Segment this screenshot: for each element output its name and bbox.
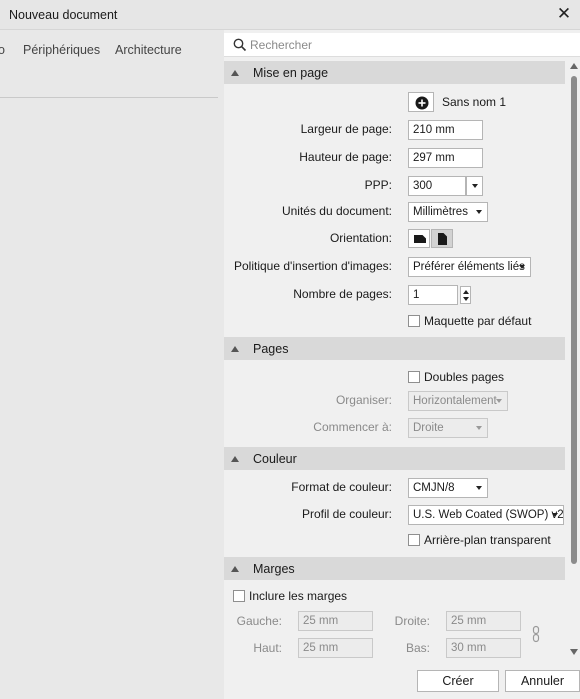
scrollbar-thumb[interactable] [571,76,577,564]
collapse-icon[interactable] [231,456,239,462]
window-title: Nouveau document [9,8,118,22]
commencer-select[interactable]: Droite [408,418,488,438]
chevron-down-icon [472,184,478,188]
scroll-up-icon[interactable] [570,63,578,69]
nb-pages-stepper[interactable] [460,286,471,304]
chevron-down-icon [476,486,482,490]
haut-label: Haut: [253,641,282,655]
chevron-down-icon [476,426,482,430]
section-title: Marges [253,562,295,576]
largeur-field[interactable]: 210 mm [408,120,483,140]
section-couleur[interactable]: Couleur [224,447,565,470]
ppp-label: PPP: [364,178,392,192]
profil-label: Profil de couleur: [301,507,392,521]
politique-select[interactable]: Préférer éléments liés [408,257,531,277]
droite-label: Droite: [394,614,430,628]
section-title: Couleur [253,452,297,466]
hauteur-label: Hauteur de page: [299,150,392,164]
profil-select[interactable]: U.S. Web Coated (SWOP) v2 [408,505,564,525]
organiser-label: Organiser: [335,393,392,407]
preset-name: Sans nom 1 [442,95,507,109]
largeur-label: Largeur de page: [300,122,392,136]
left-pane: o Périphériques Architecture [0,30,224,699]
cancel-button[interactable]: Annuler [505,670,580,692]
doubles-pages-label: Doubles pages [424,370,505,384]
ppp-field[interactable]: 300 [408,176,466,196]
collapse-icon[interactable] [231,566,239,572]
stepper-up-icon[interactable] [463,290,469,294]
collapse-icon[interactable] [231,70,239,76]
section-title: Mise en page [253,66,329,80]
search-bar [224,33,580,57]
landscape-button[interactable] [431,229,453,248]
collapse-icon[interactable] [231,346,239,352]
title-bar: Nouveau document ✕ [0,0,580,30]
format-select[interactable]: CMJN/8 [408,478,488,498]
portrait-button[interactable] [408,229,430,248]
chain-link-icon[interactable] [531,625,541,643]
transparent-checkbox[interactable] [408,534,420,546]
section-marges[interactable]: Marges [224,557,565,580]
section-pages[interactable]: Pages [224,337,565,360]
bas-field[interactable]: 30 mm [446,638,521,658]
organiser-select[interactable]: Horizontalement [408,391,508,411]
tab-peripheriques[interactable]: Périphériques [23,43,100,57]
dialog-footer: Créer Annuler [224,669,580,699]
tab-partial[interactable]: o [0,43,5,57]
bas-label: Bas: [405,641,430,655]
scroll-down-icon[interactable] [570,649,578,655]
inclure-marges-label: Inclure les marges [249,589,348,603]
chevron-down-icon [552,513,558,517]
section-title: Pages [253,342,289,356]
stepper-down-icon[interactable] [463,297,469,301]
profil-value: U.S. Web Coated (SWOP) v2 [413,509,564,521]
commencer-label: Commencer à: [313,420,392,434]
nb-pages-label: Nombre de pages: [293,287,392,301]
chevron-down-icon [476,210,482,214]
inclure-marges-checkbox[interactable] [233,590,245,602]
unites-label: Unités du document: [281,204,392,218]
maquette-label: Maquette par défaut [424,314,532,328]
organiser-value: Horizontalement [413,395,497,407]
format-value: CMJN/8 [413,482,455,494]
nb-pages-field[interactable]: 1 [408,285,458,305]
add-preset-button[interactable] [408,92,434,112]
ppp-dropdown-button[interactable] [466,176,483,196]
orientation-label: Orientation: [329,231,392,245]
politique-label: Politique d'insertion d'images: [233,259,392,273]
hauteur-field[interactable]: 297 mm [408,148,483,168]
maquette-checkbox[interactable] [408,315,420,327]
politique-value: Préférer éléments liés [413,261,525,273]
unites-value: Millimètres [413,206,468,218]
scrollbar[interactable] [568,60,580,660]
gauche-label: Gauche: [236,614,282,628]
close-icon[interactable]: ✕ [555,3,573,25]
gauche-field[interactable]: 25 mm [298,611,373,631]
chevron-down-icon [496,399,502,403]
search-icon [233,38,247,52]
search-input[interactable] [250,36,570,54]
format-label: Format de couleur: [291,480,392,494]
chevron-down-icon [519,265,525,269]
unites-select[interactable]: Millimètres [408,202,488,222]
droite-field[interactable]: 25 mm [446,611,521,631]
tab-divider [0,97,218,98]
doubles-pages-checkbox[interactable] [408,371,420,383]
portrait-page-icon [438,233,447,245]
create-button[interactable]: Créer [417,670,499,692]
tab-architecture[interactable]: Architecture [115,43,182,57]
landscape-page-icon [414,235,426,243]
commencer-value: Droite [413,422,444,434]
transparent-label: Arrière-plan transparent [424,533,551,547]
plus-circle-icon [415,96,429,110]
section-mise-en-page[interactable]: Mise en page [224,61,565,84]
haut-field[interactable]: 25 mm [298,638,373,658]
